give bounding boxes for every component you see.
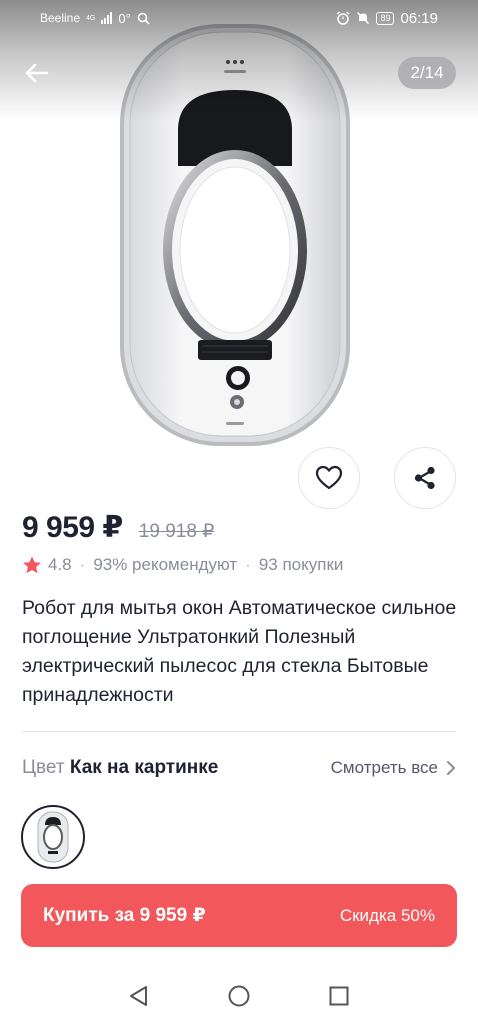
alarm-icon [337,11,350,25]
current-price: 9 959 ₽ [22,511,123,544]
mute-bell-icon [357,11,370,25]
system-navigation-bar [0,968,478,1024]
network-type: 4G [86,14,96,22]
color-label-group: Цвет Как на картинке [22,757,218,779]
temperature: 0° [118,10,131,26]
buy-label: Купить за 9 959 ₽ [43,905,206,926]
nav-home-icon[interactable] [227,984,251,1008]
favorite-button[interactable] [298,447,360,509]
clock: 06:19 [400,9,438,27]
gallery-counter: 2/14 [398,57,456,89]
status-bar: Beeline 4G 0° 89 06:19 [0,0,478,36]
swatch-thumbnail [37,811,69,863]
separator-dot: · [245,555,251,574]
color-value: Как на картинке [69,757,219,778]
rating-row[interactable]: 4.8 · 93% рекомендуют · 93 покупки [22,555,343,575]
back-button[interactable] [20,56,54,90]
star-icon [23,556,41,574]
see-all-label: Смотреть все [330,758,438,777]
separator-dot: · [79,555,86,574]
buy-button[interactable]: Купить за 9 959 ₽ Скидка 50% [21,884,457,947]
share-button[interactable] [394,447,456,509]
discount-label: Скидка 50% [339,905,435,925]
battery-icon: 89 [376,11,395,25]
share-icon [414,466,435,490]
product-title: Робот для мытья окон Автоматическое силь… [22,597,457,706]
see-all-button[interactable]: Смотреть все [331,758,456,778]
divider [22,731,456,732]
old-price: 19 918 ₽ [138,521,215,542]
chevron-right-icon [447,761,455,775]
signal-icon [101,12,113,24]
recommend-text: 93% рекомендуют [93,555,238,574]
nav-back-icon[interactable] [127,984,151,1008]
nav-recents-icon[interactable] [327,984,351,1008]
price-row: 9 959 ₽ 19 918 ₽ [22,510,214,545]
heart-icon [315,465,343,490]
purchases-text: 93 покупки [258,555,344,574]
color-selector-row: Цвет Как на картинке Смотреть все [22,754,456,782]
carrier-name: Beeline [40,11,81,25]
search-icon [137,12,150,25]
color-label: Цвет [22,757,65,778]
color-swatch-selected[interactable] [21,805,85,869]
back-arrow-icon [25,63,49,83]
rating-value: 4.8 [48,555,72,574]
